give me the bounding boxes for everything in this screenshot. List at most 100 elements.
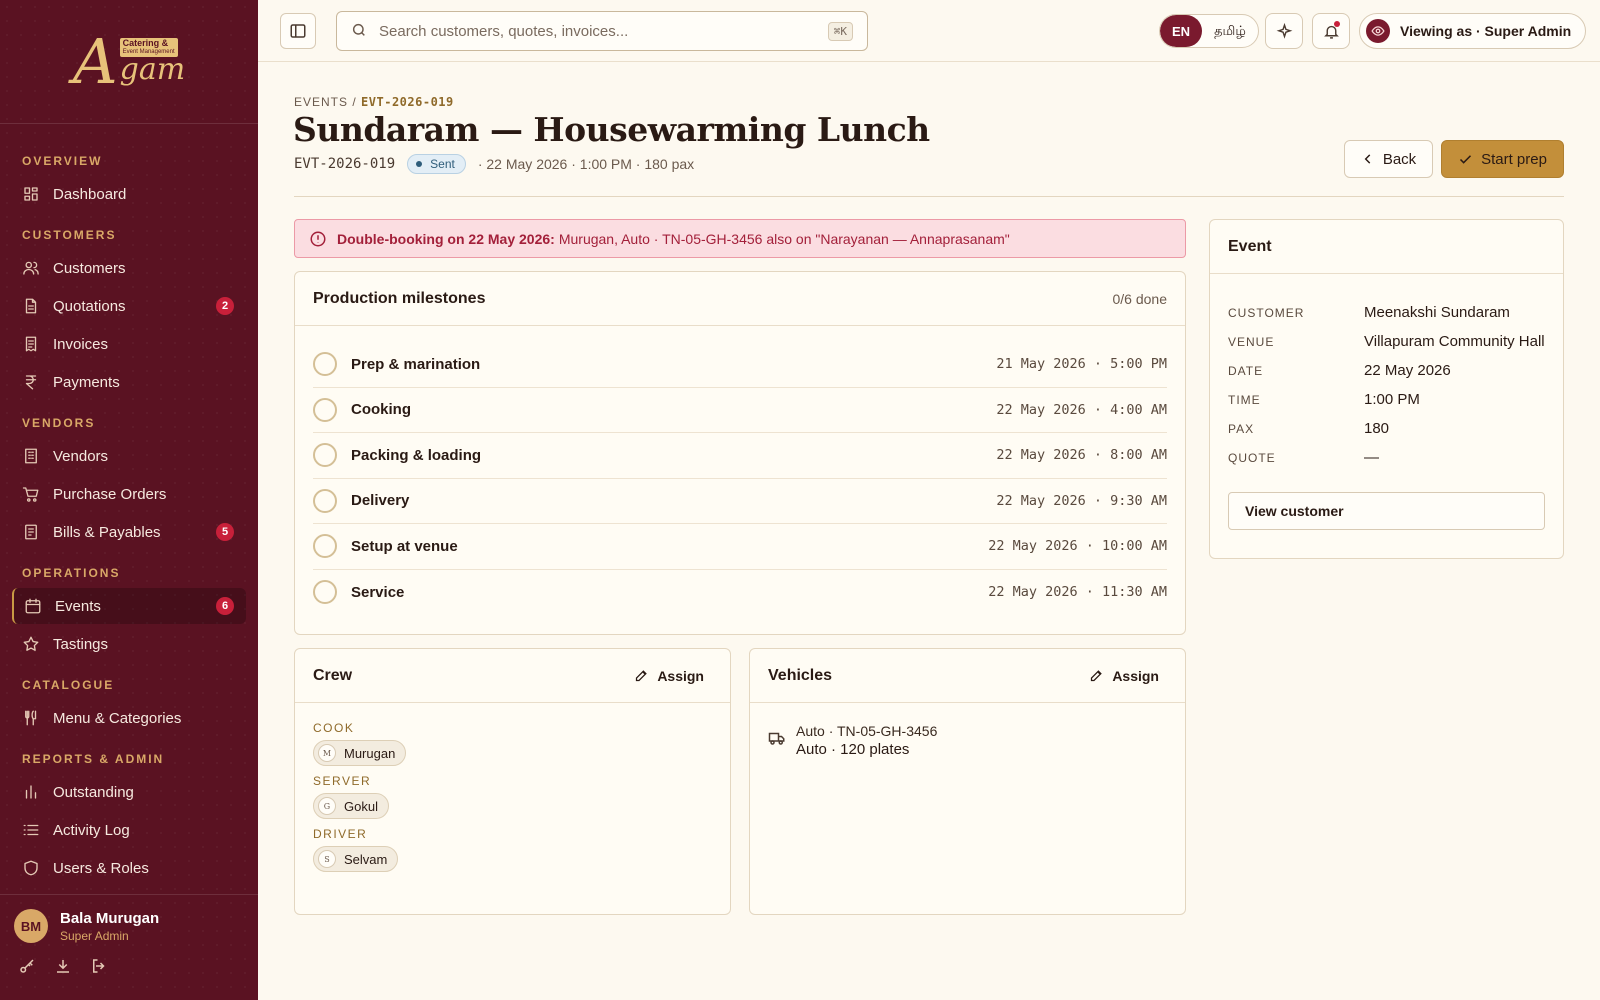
crew-list: COOK M Murugan SERVER G Gokul DRIVER S S…: [295, 703, 730, 898]
logo[interactable]: A Catering & Event Management gam: [0, 0, 258, 124]
crew-card: Crew Assign COOK M Murugan SERVER G Goku…: [294, 648, 731, 915]
detail-value: Villapuram Community Hall: [1364, 333, 1545, 350]
rupee-icon: [22, 373, 40, 391]
milestone-time: 21 May 2026 · 5:00 PM: [996, 356, 1167, 373]
milestone-checkbox[interactable]: [313, 443, 337, 468]
milestone-label: Setup at venue: [351, 537, 458, 555]
sidebar-item-dashboard[interactable]: Dashboard: [12, 176, 246, 212]
sidebar-item-vendors[interactable]: Vendors: [12, 438, 246, 474]
utensils-icon: [22, 709, 40, 727]
event-detail-row: PAX 180: [1228, 414, 1545, 443]
crew-role-label: SERVER: [313, 774, 372, 788]
milestone-label: Delivery: [351, 492, 410, 510]
header-divider: [294, 196, 1564, 197]
eye-icon: [1366, 19, 1390, 43]
sidebar-item-label: Purchase Orders: [53, 485, 167, 503]
milestone-checkbox[interactable]: [313, 580, 337, 605]
sidebar-item-label: Customers: [53, 259, 126, 277]
nav-section-label: VENDORS: [22, 416, 96, 430]
event-detail-list: CUSTOMER Meenakshi Sundaram VENUE Villapu…: [1210, 274, 1563, 472]
sidebar-item-tastings[interactable]: Tastings: [12, 626, 246, 662]
sidebar-item-menu-categories[interactable]: Menu & Categories: [12, 700, 246, 736]
count-badge: 5: [216, 523, 234, 541]
avatar[interactable]: BM: [14, 909, 48, 943]
page-title: Sundaram — Housewarming Lunch: [293, 110, 930, 149]
breadcrumb-events[interactable]: EVENTS: [294, 95, 348, 109]
sidebar-item-events[interactable]: Events 6: [12, 588, 246, 624]
download-icon[interactable]: [54, 957, 72, 978]
event-detail-row: QUOTE —: [1228, 443, 1545, 472]
crew-member-chip[interactable]: M Murugan: [313, 740, 407, 766]
sidebar-item-label: Events: [55, 597, 101, 615]
crew-assign-button[interactable]: Assign: [626, 662, 712, 690]
detail-key: QUOTE: [1228, 450, 1276, 465]
users-icon: [22, 259, 40, 277]
start-prep-button[interactable]: Start prep: [1441, 140, 1564, 178]
viewing-as-button[interactable]: Viewing as · Super Admin: [1359, 13, 1587, 49]
search-box[interactable]: ⌘K: [336, 11, 868, 51]
milestone-checkbox[interactable]: [313, 488, 337, 513]
notifications-button[interactable]: [1312, 13, 1350, 49]
user-role: Super Admin: [60, 928, 129, 943]
view-customer-button[interactable]: View customer: [1228, 492, 1545, 530]
crew-title: Crew: [313, 666, 353, 684]
vehicle-plate: Auto · TN-05-GH-3456: [796, 723, 938, 739]
search-input[interactable]: [379, 22, 828, 40]
breadcrumb-current: EVT-2026-019: [361, 95, 454, 109]
crew-member-chip[interactable]: G Gokul: [313, 793, 389, 819]
sidebar-item-invoices[interactable]: Invoices: [12, 326, 246, 362]
sidebar-item-bills-payables[interactable]: Bills & Payables 5: [12, 514, 246, 550]
grid-icon: [22, 185, 40, 203]
sidebar-item-label: Invoices: [53, 335, 109, 353]
detail-key: TIME: [1228, 392, 1261, 407]
crew-member-name: Selvam: [344, 851, 388, 867]
sidebar-item-purchase-orders[interactable]: Purchase Orders: [12, 476, 246, 512]
vehicles-assign-button[interactable]: Assign: [1081, 662, 1167, 690]
sidebar-item-activity-log[interactable]: Activity Log: [12, 812, 246, 848]
milestone-checkbox[interactable]: [313, 534, 337, 559]
milestone-checkbox[interactable]: [313, 397, 337, 422]
sidebar: A Catering & Event Management gam OVERVIE…: [0, 0, 258, 1000]
event-details: · 22 May 2026 · 1:00 PM · 180 pax: [477, 156, 695, 172]
alert-text: Murugan, Auto · TN-05-GH-3456 also on "N…: [558, 230, 1010, 247]
sparkle-button[interactable]: [1265, 13, 1303, 49]
milestone-checkbox[interactable]: [313, 352, 337, 377]
event-details-card: Event CUSTOMER Meenakshi Sundaram VENUE V…: [1209, 219, 1564, 559]
sidebar-item-users-roles[interactable]: Users & Roles: [12, 850, 246, 886]
topbar: ⌘K EN தமிழ் Viewing as · Super Admin: [258, 0, 1600, 62]
detail-value: —: [1364, 449, 1379, 466]
detail-value: 22 May 2026: [1364, 362, 1451, 379]
logo-mark: A: [72, 24, 118, 98]
nav-section-label: CATALOGUE: [22, 678, 115, 692]
shield-icon: [22, 859, 40, 877]
lang-ta-button[interactable]: தமிழ்: [1202, 15, 1258, 47]
event-detail-row: VENUE Villapuram Community Hall: [1228, 327, 1545, 356]
production-milestones-card: Production milestones 0/6 done Prep & ma…: [294, 271, 1186, 635]
sidebar-toggle-button[interactable]: [280, 13, 316, 49]
sidebar-toggle-icon: [290, 24, 306, 38]
milestone-time: 22 May 2026 · 4:00 AM: [996, 401, 1167, 418]
key-icon[interactable]: [18, 957, 36, 978]
milestone-row: Prep & marination 21 May 2026 · 5:00 PM: [313, 342, 1167, 388]
receipt-icon: [22, 335, 40, 353]
sidebar-item-outstanding[interactable]: Outstanding: [12, 774, 246, 810]
sidebar-item-payments[interactable]: Payments: [12, 364, 246, 400]
sidebar-item-label: Bills & Payables: [53, 523, 161, 541]
vehicles-title: Vehicles: [768, 666, 833, 684]
nav-section-label: OVERVIEW: [22, 154, 103, 168]
sidebar-item-quotations[interactable]: Quotations 2: [12, 288, 246, 324]
edit-icon: [1091, 670, 1103, 682]
sparkle-icon: [1276, 22, 1292, 39]
sidebar-item-label: Payments: [53, 373, 120, 391]
back-button[interactable]: Back: [1344, 140, 1433, 178]
crew-member-chip[interactable]: S Selvam: [313, 846, 399, 872]
logout-icon[interactable]: [90, 957, 108, 978]
edit-icon: [636, 670, 648, 682]
nav-section-label: REPORTS & ADMIN: [22, 752, 165, 766]
event-detail-row: DATE 22 May 2026: [1228, 356, 1545, 385]
milestone-time: 22 May 2026 · 11:30 AM: [988, 584, 1167, 601]
alert-circle-icon: [310, 231, 326, 246]
event-code: EVT-2026-019: [294, 156, 396, 172]
sidebar-item-customers[interactable]: Customers: [12, 250, 246, 286]
lang-en-button[interactable]: EN: [1160, 15, 1203, 47]
